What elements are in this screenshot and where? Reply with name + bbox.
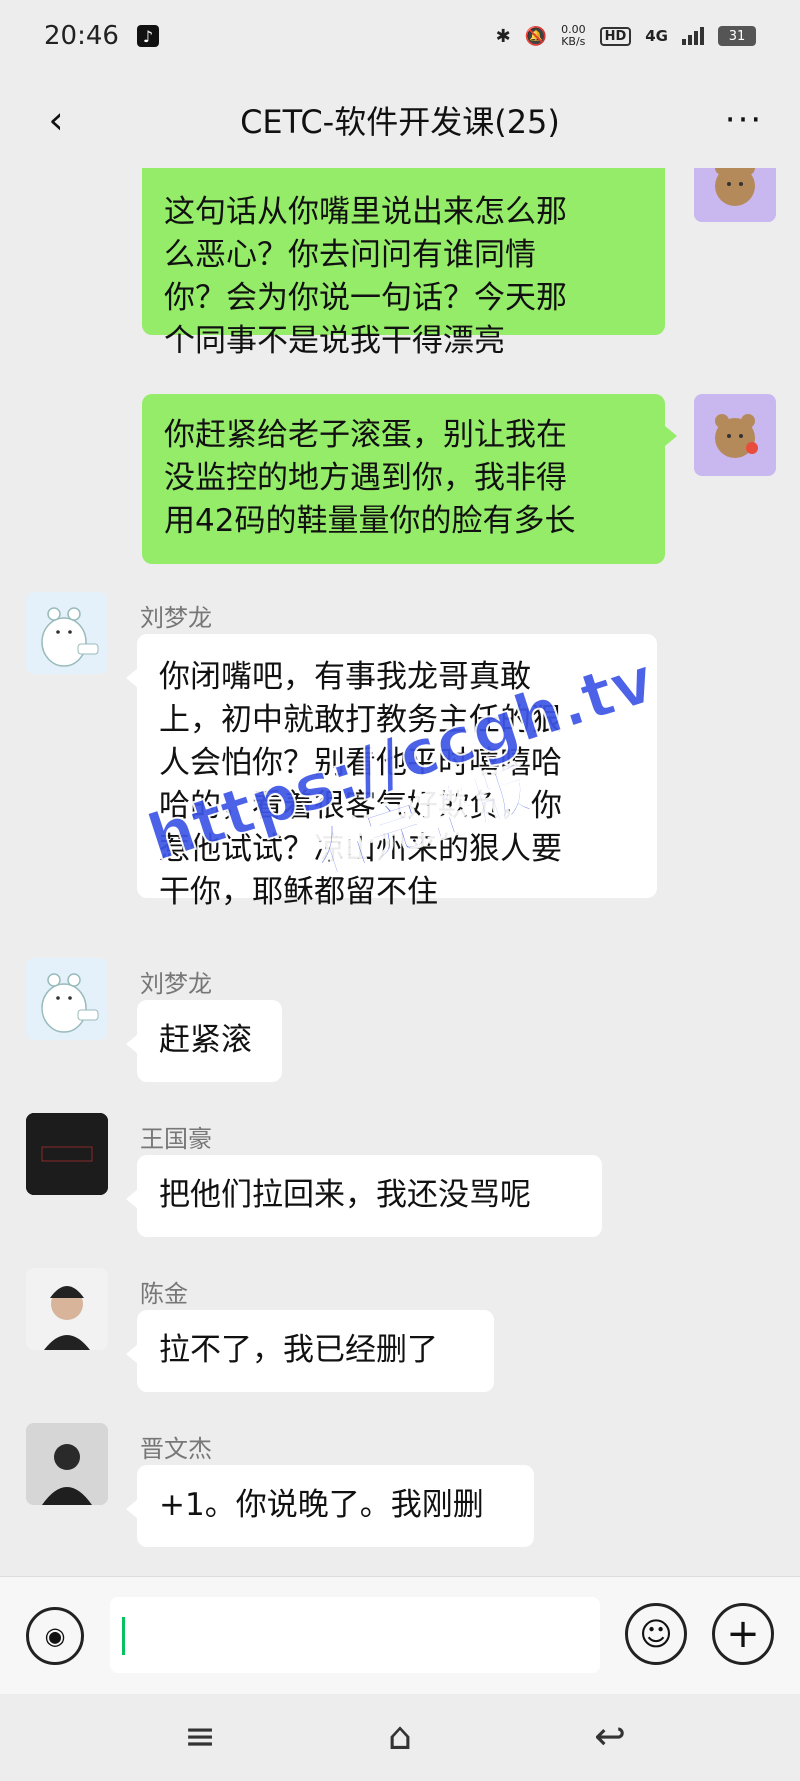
back-icon: ↩ bbox=[594, 1714, 626, 1758]
message-line: 你赶紧给老子滚蛋，别让我在 bbox=[164, 417, 567, 453]
net-speed-unit: KB/s bbox=[561, 35, 586, 48]
message-line: 上，初中就敢打教务主任的狠 bbox=[159, 702, 562, 738]
message-line: 惹他试试？凉山州来的狠人要 bbox=[159, 831, 562, 867]
status-bar: 20:46 ♪ ✱ 🔕 0.00 KB/s HD 4G 31 bbox=[0, 0, 800, 72]
status-left: 20:46 ♪ bbox=[44, 21, 159, 51]
chat-header: ‹ CETC-软件开发课(25) ··· bbox=[0, 72, 800, 168]
message-bubble-other[interactable]: 拉不了，我已经删了 bbox=[137, 1310, 494, 1392]
network-label: 4G bbox=[645, 27, 668, 45]
voice-button[interactable]: ◉ bbox=[26, 1607, 84, 1665]
message-bubble-other[interactable]: 把他们拉回来，我还没骂呢 bbox=[137, 1155, 602, 1237]
message-line: 赶紧滚 bbox=[159, 1022, 252, 1058]
tiktok-icon: ♪ bbox=[136, 25, 159, 47]
bubble-tail bbox=[665, 426, 677, 446]
message-line: 你？会为你说一句话？今天那 bbox=[164, 280, 567, 316]
message-line: 拉不了，我已经删了 bbox=[159, 1332, 438, 1368]
home-icon: ⌂ bbox=[387, 1714, 413, 1758]
message-line: 个同事不是说我干得漂亮 bbox=[164, 323, 505, 359]
message-input[interactable] bbox=[110, 1597, 600, 1673]
emoji-button[interactable]: ☺ bbox=[625, 1603, 687, 1665]
message-bubble-other[interactable]: 赶紧滚 bbox=[137, 1000, 282, 1082]
my-avatar[interactable] bbox=[694, 394, 776, 476]
nav-back-button[interactable]: ↩ bbox=[586, 1712, 634, 1760]
battery-icon: 31 bbox=[718, 26, 756, 46]
nav-home-button[interactable]: ⌂ bbox=[376, 1712, 424, 1760]
plus-icon: + bbox=[726, 1611, 760, 1657]
sender-name: 刘梦龙 bbox=[140, 604, 212, 632]
sender-name: 刘梦龙 bbox=[140, 970, 212, 998]
polar-bear-avatar-icon bbox=[26, 958, 108, 1040]
more-button[interactable]: ··· bbox=[718, 94, 770, 146]
message-line: 没监控的地方遇到你，我非得 bbox=[164, 460, 567, 496]
message-line: 你闭嘴吧，有事我龙哥真敢 bbox=[159, 659, 531, 695]
more-icon: ··· bbox=[724, 100, 764, 140]
menu-icon: ≡ bbox=[184, 1714, 216, 1758]
user-avatar-chenjin[interactable] bbox=[26, 1268, 108, 1350]
nav-menu-button[interactable]: ≡ bbox=[176, 1712, 224, 1760]
my-avatar[interactable] bbox=[694, 168, 776, 222]
message-line: 干你，耶稣都留不住 bbox=[159, 874, 438, 910]
message-bubble-me[interactable]: 你赶紧给老子滚蛋，别让我在 没监控的地方遇到你，我非得 用42码的鞋量量你的脸有… bbox=[142, 394, 665, 564]
status-right: ✱ 🔕 0.00 KB/s HD 4G 31 bbox=[496, 24, 756, 48]
bear-avatar-icon bbox=[694, 168, 776, 222]
text-caret bbox=[122, 1617, 125, 1655]
plus-button[interactable]: + bbox=[712, 1603, 774, 1665]
person-avatar-icon bbox=[26, 1268, 108, 1350]
message-line: 这句话从你嘴里说出来怎么那 bbox=[164, 194, 567, 230]
message-line: 么恶心？你去问问有谁同情 bbox=[164, 237, 536, 273]
message-line: 人会怕你？别看他平时嘻嘻哈 bbox=[159, 745, 562, 781]
chevron-left-icon: ‹ bbox=[48, 98, 64, 142]
bluetooth-icon: ✱ bbox=[495, 25, 511, 47]
message-line: 把他们拉回来，我还没骂呢 bbox=[159, 1177, 531, 1213]
chat-title: CETC-软件开发课(25) bbox=[240, 103, 560, 141]
sender-name: 晋文杰 bbox=[140, 1435, 212, 1463]
message-line bbox=[164, 168, 643, 191]
user-avatar-jinwenjie[interactable] bbox=[26, 1423, 108, 1505]
signal-icon bbox=[682, 27, 704, 45]
status-time: 20:46 bbox=[44, 21, 119, 51]
bear-avatar-icon bbox=[694, 394, 776, 476]
message-bubble-me[interactable]: 这句话从你嘴里说出来怎么那 么恶心？你去问问有谁同情 你？会为你说一句话？今天那… bbox=[142, 168, 665, 359]
message-list[interactable]: 这句话从你嘴里说出来怎么那 么恶心？你去问问有谁同情 你？会为你说一句话？今天那… bbox=[0, 168, 800, 1576]
sender-name: 陈金 bbox=[140, 1280, 188, 1308]
message-bubble-other[interactable]: 你闭嘴吧，有事我龙哥真敢 上，初中就敢打教务主任的狠 人会怕你？别看他平时嘻嘻哈… bbox=[137, 634, 657, 910]
input-bar: ◉ ☺ + bbox=[0, 1576, 800, 1695]
user-avatar-wangguohao[interactable] bbox=[26, 1113, 108, 1195]
boom-avatar-icon bbox=[26, 1113, 108, 1195]
user-avatar-liumenglong[interactable] bbox=[26, 958, 108, 1040]
user-avatar-liumenglong[interactable] bbox=[26, 592, 108, 674]
back-button[interactable]: ‹ bbox=[30, 94, 82, 146]
system-nav-bar: ≡ ⌂ ↩ bbox=[0, 1694, 800, 1781]
sender-name: 王国豪 bbox=[140, 1125, 212, 1153]
message-line: +1。你说晚了。我刚删 bbox=[159, 1487, 484, 1523]
person-avatar-icon bbox=[26, 1423, 108, 1505]
hd-badge: HD bbox=[599, 26, 632, 46]
emoji-icon: ☺ bbox=[639, 1615, 673, 1653]
voice-icon: ◉ bbox=[44, 1622, 66, 1650]
net-speed: 0.00 KB/s bbox=[561, 24, 586, 48]
polar-bear-avatar-icon bbox=[26, 592, 108, 674]
message-line: 用42码的鞋量量你的脸有多长 bbox=[164, 503, 576, 539]
message-line: 哈的，看着很客气好欺负，你 bbox=[159, 788, 562, 824]
message-bubble-other[interactable]: +1。你说晚了。我刚删 bbox=[137, 1465, 534, 1547]
mute-icon: 🔕 bbox=[524, 25, 548, 47]
